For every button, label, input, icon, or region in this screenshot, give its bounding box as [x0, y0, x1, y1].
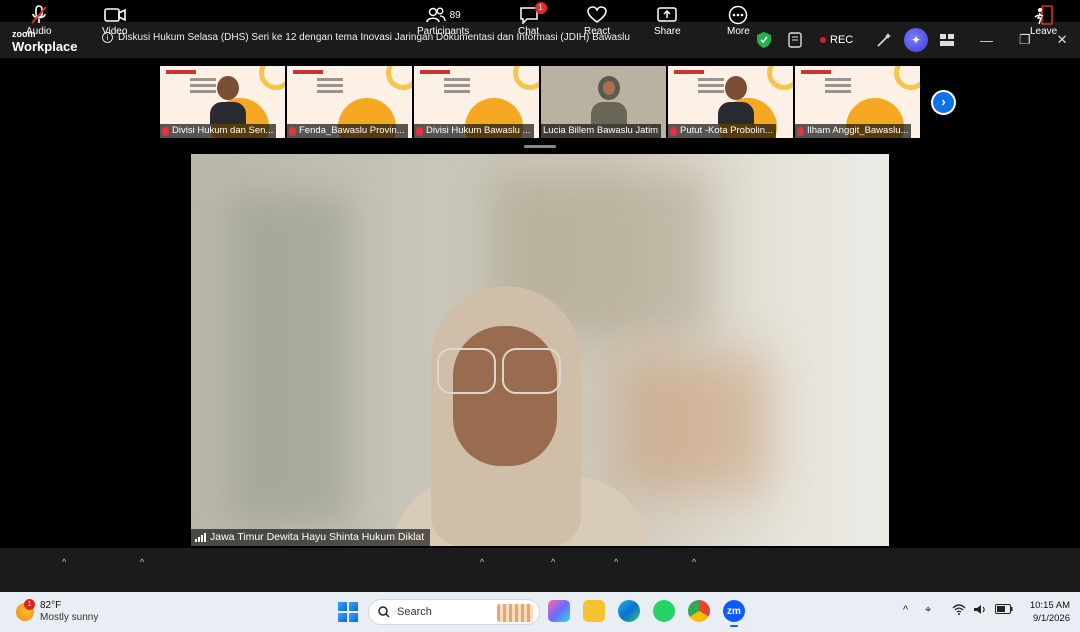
react-options-caret-icon[interactable]: ^	[614, 557, 618, 567]
record-dot-icon	[820, 37, 826, 43]
participant-thumbnail[interactable]: Fenda_Bawaslu Provin...	[287, 66, 412, 138]
participant-thumbnail[interactable]: Lucia Billem Bawaslu Jatim	[541, 66, 666, 138]
system-clock[interactable]: 10:15 AM 9/1/2026	[1018, 599, 1070, 625]
rec-label: REC	[830, 34, 854, 46]
restore-icon[interactable]: ❐	[1019, 32, 1031, 48]
more-button[interactable]: More	[727, 4, 750, 37]
share-screen-icon	[657, 4, 678, 26]
mic-muted-icon	[30, 4, 48, 26]
participants-button[interactable]: 89 Participants	[417, 4, 469, 37]
participant-name-tag: Divisi Hukum dan Sen...	[160, 124, 277, 138]
participant-thumbnail-strip: Divisi Hukum dan Sen... Fenda_Bawaslu Pr…	[160, 66, 920, 138]
participants-icon	[425, 7, 446, 23]
share-options-caret-icon[interactable]: ^	[692, 557, 696, 567]
chat-options-caret-icon[interactable]: ^	[551, 557, 555, 567]
participant-name-tag: Fenda_Bawaslu Provin...	[287, 124, 408, 138]
active-speaker-video[interactable]	[191, 154, 889, 546]
clock-time: 10:15 AM	[1029, 600, 1070, 611]
participant-video	[210, 76, 246, 124]
magic-wand-icon[interactable]	[876, 28, 892, 52]
wifi-icon[interactable]	[952, 604, 966, 618]
audio-button[interactable]: Audio	[26, 4, 52, 37]
weather-badge: 1	[24, 599, 35, 610]
audio-options-caret-icon[interactable]: ^	[62, 557, 66, 567]
partly-sunny-icon: 1	[16, 599, 35, 621]
participant-name-tag: Ilham Anggit_Bawaslu...	[795, 124, 912, 138]
heart-icon	[587, 4, 607, 26]
participant-name-tag: Divisi Hukum Bawaslu ...	[414, 124, 534, 138]
leave-button[interactable]: Leave	[1030, 4, 1057, 37]
video-button[interactable]: Video	[102, 4, 127, 37]
copilot-icon[interactable]	[548, 600, 570, 622]
mic-muted-icon	[797, 126, 804, 136]
zoom-app-icon[interactable]: zm	[723, 600, 745, 627]
weather-widget[interactable]: 1 82°F Mostly sunny	[16, 599, 99, 624]
more-dots-icon	[728, 4, 748, 26]
video-options-caret-icon[interactable]: ^	[140, 557, 144, 567]
search-highlight-image	[497, 604, 533, 622]
file-explorer-icon[interactable]	[583, 600, 605, 622]
chat-button[interactable]: 1 Chat	[518, 2, 547, 37]
mic-muted-icon	[289, 126, 296, 136]
chat-unread-badge: 1	[534, 2, 547, 14]
participant-thumbnail[interactable]: Putut -Kota Probolin...	[668, 66, 793, 138]
chrome-icon[interactable]	[688, 600, 710, 622]
participants-count: 89	[449, 9, 461, 21]
participant-thumbnail[interactable]: Ilham Anggit_Bawaslu...	[795, 66, 920, 138]
weather-temp: 82°F	[40, 600, 62, 611]
signal-bars-icon	[195, 533, 206, 542]
battery-icon[interactable]	[995, 604, 1013, 617]
meeting-title-text: Diskusi Hukum Selasa (DHS) Seri ke 12 de…	[118, 32, 630, 43]
mic-muted-icon	[416, 126, 423, 136]
taskbar-search-input[interactable]: Search	[368, 599, 540, 625]
participants-options-caret-icon[interactable]: ^	[480, 557, 484, 567]
recording-indicator[interactable]: REC	[820, 28, 853, 52]
minimize-icon[interactable]: —	[980, 33, 993, 48]
logo-workplace-text: Workplace	[12, 39, 78, 54]
speaker-name-tag: Jawa Timur Dewita Hayu Shinta Hukum Dikl…	[191, 529, 431, 546]
react-button[interactable]: React	[584, 4, 610, 37]
exit-door-icon	[1034, 4, 1054, 26]
share-button[interactable]: Share	[654, 4, 681, 37]
encryption-shield-icon[interactable]	[757, 28, 771, 52]
meeting-title[interactable]: i Diskusi Hukum Selasa (DHS) Seri ke 12 …	[102, 32, 630, 43]
whatsapp-icon[interactable]	[653, 600, 675, 622]
weather-desc: Mostly sunny	[40, 612, 99, 623]
show-hidden-icons-chevron-icon[interactable]: ^	[903, 604, 908, 616]
search-icon	[378, 606, 390, 618]
volume-icon[interactable]	[973, 604, 987, 618]
speaker-figure	[391, 286, 651, 546]
view-layout-icon[interactable]	[940, 28, 954, 52]
participant-name-tag: Putut -Kota Probolin...	[668, 124, 776, 138]
participant-video	[591, 76, 627, 124]
edge-browser-icon[interactable]	[618, 600, 640, 622]
next-page-arrow-icon[interactable]: ›	[931, 90, 956, 115]
tray-location-icon[interactable]: ⌖	[925, 604, 931, 617]
clock-date: 9/1/2026	[1033, 613, 1070, 624]
windows-taskbar	[0, 592, 1080, 632]
meeting-toolbar	[0, 548, 1080, 592]
ai-companion-icon[interactable]: ✦	[904, 28, 928, 52]
participant-thumbnail[interactable]: Divisi Hukum Bawaslu ...	[414, 66, 539, 138]
video-camera-icon	[103, 4, 126, 26]
windows-start-icon[interactable]	[338, 602, 358, 622]
participant-video	[718, 76, 754, 124]
participant-name-tag: Lucia Billem Bawaslu Jatim	[541, 124, 662, 138]
mic-muted-icon	[162, 126, 169, 136]
participant-thumbnail[interactable]: Divisi Hukum dan Sen...	[160, 66, 285, 138]
close-icon[interactable]: ✕	[1057, 32, 1068, 48]
notes-icon[interactable]	[788, 28, 802, 52]
search-placeholder: Search	[397, 606, 432, 618]
resize-handle[interactable]	[524, 145, 556, 148]
mic-muted-icon	[670, 126, 677, 136]
